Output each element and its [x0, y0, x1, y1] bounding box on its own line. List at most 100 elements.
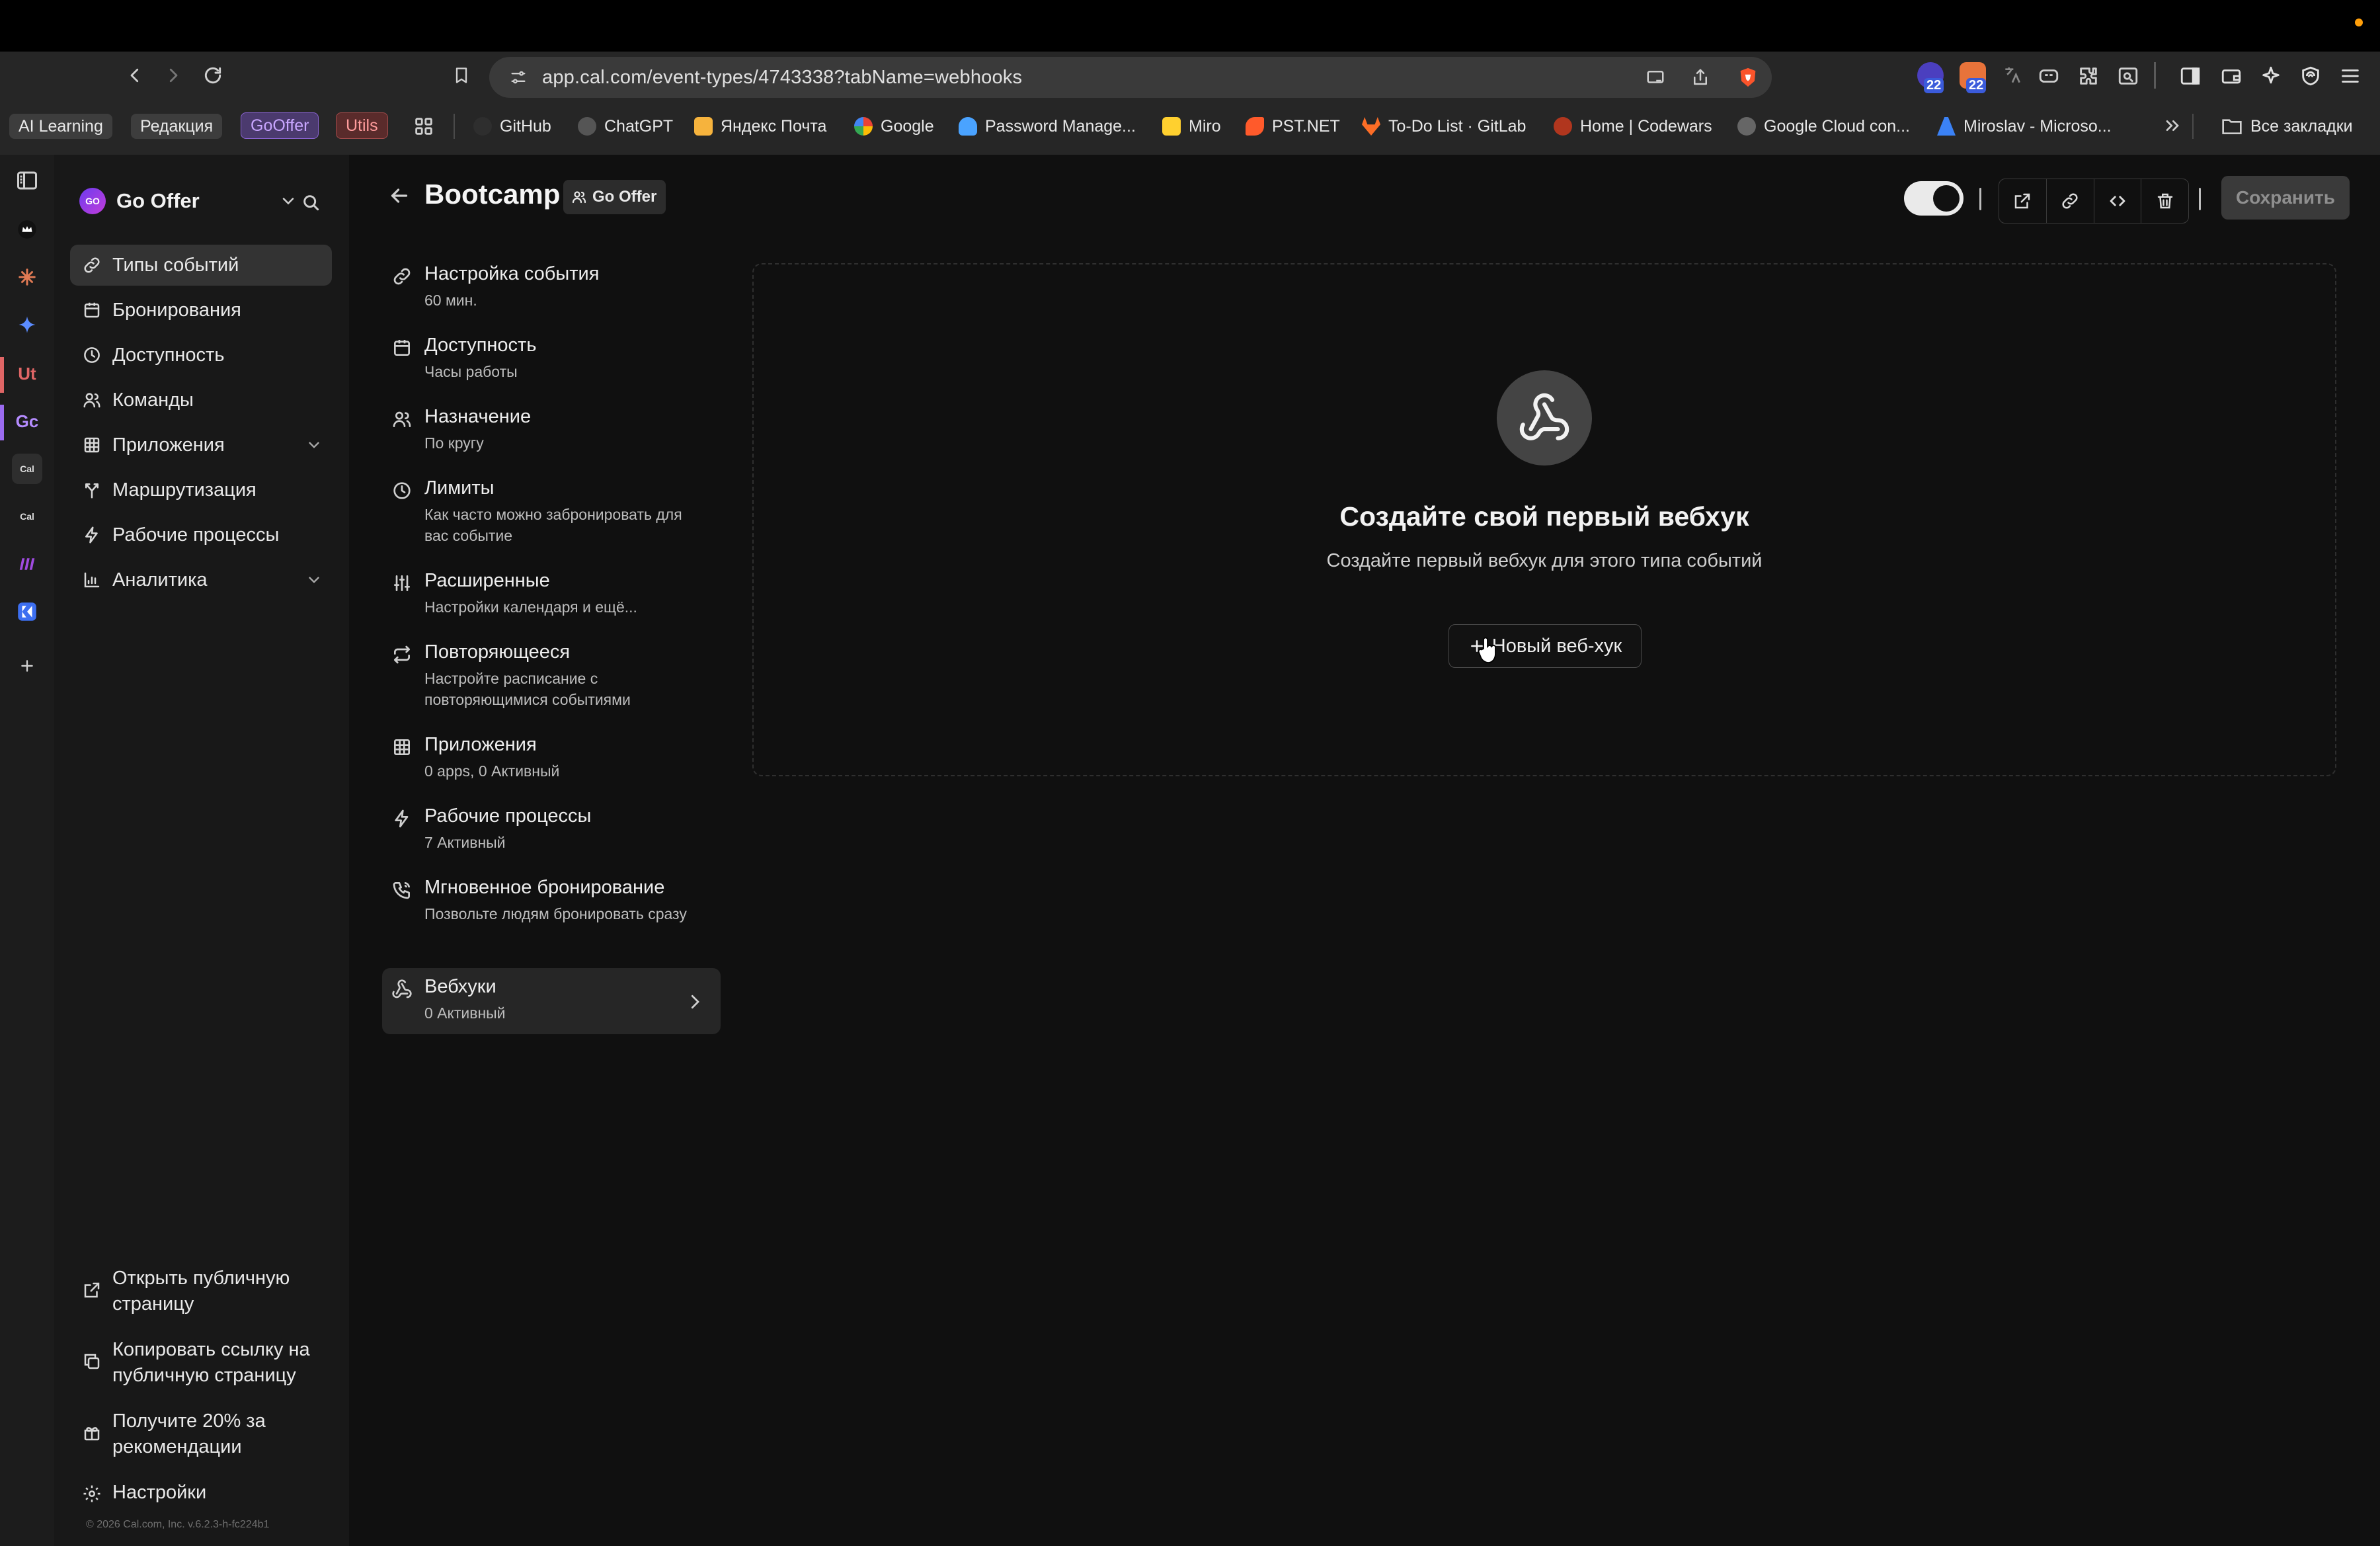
- tab-group-utils[interactable]: Ut: [12, 358, 42, 389]
- nav-teams[interactable]: Команды: [70, 380, 332, 421]
- site-settings-icon[interactable]: [505, 64, 532, 91]
- chevron-down-icon[interactable]: [279, 192, 298, 210]
- nav-bookings[interactable]: Бронирования: [70, 290, 332, 331]
- nav-workflows[interactable]: Рабочие процессы: [70, 514, 332, 555]
- settings-item-webhooks[interactable]: Вебхуки 0 Активный: [382, 968, 721, 1034]
- sidebar-panel-icon[interactable]: [12, 165, 42, 196]
- settings-item-advanced[interactable]: Расширенные Настройки календаря и ещё...: [382, 566, 721, 623]
- bookmark-google[interactable]: Google: [854, 114, 934, 139]
- back-arrow-icon[interactable]: [387, 184, 414, 210]
- bookmark-icon[interactable]: [443, 57, 480, 94]
- nav-availability[interactable]: Доступность: [70, 335, 332, 376]
- settings-item-title: Повторяющееся: [424, 641, 571, 663]
- leo-ai-icon[interactable]: [2260, 65, 2282, 87]
- reload-icon[interactable]: [194, 57, 231, 94]
- all-bookmarks-folder[interactable]: Все закладки: [2221, 114, 2353, 139]
- back-arrow-icon[interactable]: [116, 57, 153, 94]
- clock-icon: [391, 480, 413, 501]
- bookmark-label: ChatGPT: [604, 117, 674, 136]
- apps-grid-icon[interactable]: [413, 115, 435, 138]
- team-badge-label: Go Offer: [592, 188, 657, 206]
- nav-routing[interactable]: Маршрутизация: [70, 469, 332, 510]
- org-switcher[interactable]: GO Go Offer: [79, 181, 331, 221]
- bookmark-codewars[interactable]: Home | Codewars: [1554, 114, 1712, 139]
- tab-make-icon[interactable]: [12, 549, 42, 579]
- header-divider: [2199, 188, 2201, 210]
- url-text[interactable]: app.cal.com/event-types/4743338?tabName=…: [542, 57, 1022, 98]
- forward-arrow-icon[interactable]: [155, 57, 192, 94]
- settings-item-title: Доступность: [424, 335, 537, 356]
- tab-search-icon[interactable]: [2117, 65, 2139, 87]
- chevron-down-icon[interactable]: [305, 436, 323, 454]
- bookmark-github[interactable]: GitHub: [473, 114, 551, 139]
- tab-cal[interactable]: Cal: [12, 501, 42, 532]
- preview-external-link-icon[interactable]: [1999, 179, 2047, 223]
- hidden-toggle-switch[interactable]: [1904, 181, 1964, 216]
- copy-link-icon[interactable]: [2047, 179, 2094, 223]
- tab-group-gooffer[interactable]: Gc: [12, 406, 42, 436]
- nav-insights[interactable]: Аналитика: [70, 559, 332, 600]
- settings-item-apps[interactable]: Приложения 0 apps, 0 Активный: [382, 730, 721, 787]
- bookmark-microsoft[interactable]: Miroslav - Microso...: [1937, 114, 2112, 139]
- org-name: Go Offer: [116, 189, 200, 212]
- search-icon[interactable]: [300, 192, 321, 213]
- mail-icon: [694, 117, 713, 136]
- tab-claude-icon[interactable]: [12, 262, 42, 292]
- bookmark-chatgpt[interactable]: ChatGPT: [578, 114, 673, 139]
- webhook-icon: [391, 979, 413, 1000]
- brave-shield-icon[interactable]: [1735, 64, 1761, 91]
- bookmark-folder-utils[interactable]: Utils: [336, 112, 388, 139]
- address-bar[interactable]: app.cal.com/event-types/4743338?tabName=…: [489, 57, 1772, 98]
- bookmark-folder-redaktsiya[interactable]: Редакция: [131, 114, 223, 139]
- embed-code-icon[interactable]: [2094, 179, 2142, 223]
- bookmark-gitlab[interactable]: To-Do List · GitLab: [1362, 114, 1526, 139]
- tab-crown-icon[interactable]: [12, 214, 42, 245]
- open-public-page-link[interactable]: Открыть публичную страницу: [70, 1266, 332, 1319]
- tab-gemini-icon[interactable]: [12, 309, 42, 340]
- tab-kotlin-icon[interactable]: [12, 596, 42, 627]
- settings-item-event-setup[interactable]: Настройка события 60 мин.: [382, 259, 721, 316]
- bookmark-folder-ai-learning[interactable]: AI Learning: [9, 114, 112, 139]
- bookmark-google-cloud[interactable]: Google Cloud con...: [1737, 114, 1910, 139]
- tab-cal-active[interactable]: Cal: [12, 454, 42, 484]
- save-button[interactable]: Сохранить: [2221, 176, 2350, 220]
- new-tab-plus-icon[interactable]: [12, 651, 42, 681]
- chevron-down-icon[interactable]: [305, 571, 323, 589]
- bookmark-miro[interactable]: Miro: [1162, 114, 1221, 139]
- menu-icon[interactable]: [2339, 65, 2361, 87]
- trash-icon[interactable]: [2141, 179, 2188, 223]
- chevron-double-right-icon[interactable]: [2162, 115, 2183, 136]
- wallet-icon[interactable]: [2220, 65, 2242, 87]
- settings-item-assignment[interactable]: Назначение По кругу: [382, 402, 721, 459]
- sidebar-toggle-icon[interactable]: [2179, 65, 2202, 87]
- cast-icon[interactable]: [1642, 64, 1669, 91]
- nav-apps[interactable]: Приложения: [70, 425, 332, 466]
- nav-label: Маршрутизация: [112, 479, 257, 501]
- extension-glasses-icon[interactable]: [2038, 65, 2060, 87]
- bookmark-pst-net[interactable]: PST.NET: [1246, 114, 1340, 139]
- puzzle-extensions-icon[interactable]: [2077, 65, 2100, 87]
- bookmark-label: PST.NET: [1272, 117, 1340, 136]
- bookmark-password-manager[interactable]: Password Manage...: [959, 114, 1136, 139]
- settings-link[interactable]: Настройки: [70, 1480, 332, 1508]
- copy-public-link[interactable]: Копировать ссылку на публичную страницу: [70, 1337, 332, 1390]
- settings-item-availability[interactable]: Доступность Часы работы: [382, 331, 721, 387]
- settings-item-recurring[interactable]: Повторяющееся Настройте расписание с пов…: [382, 637, 721, 715]
- new-webhook-label: Новый веб-хук: [1491, 635, 1622, 657]
- vpn-shield-icon[interactable]: [2299, 65, 2322, 87]
- nav-event-types[interactable]: Типы событий: [70, 245, 332, 286]
- translate-icon[interactable]: [2002, 65, 2023, 86]
- settings-item-workflows[interactable]: Рабочие процессы 7 Активный: [382, 801, 721, 858]
- bookmark-folder-gooffer[interactable]: GoOffer: [241, 112, 319, 139]
- bookmark-yandex-mail[interactable]: Яндекс Почта: [694, 114, 826, 139]
- share-icon[interactable]: [1687, 64, 1714, 91]
- cloud-icon: [959, 117, 977, 136]
- team-badge: Go Offer: [563, 180, 666, 214]
- settings-item-subtitle: Как часто можно забронировать для вас со…: [424, 506, 682, 544]
- settings-item-instant-booking[interactable]: Мгновенное бронирование Позвольте людям …: [382, 873, 721, 951]
- chart-icon: [82, 570, 102, 590]
- settings-item-limits[interactable]: Лимиты Как часто можно забронировать для…: [382, 473, 721, 551]
- settings-item-subtitle: Позвольте людям бронировать сразу: [424, 905, 687, 922]
- nav-label: Аналитика: [112, 569, 208, 590]
- referral-link[interactable]: Получите 20% за рекомендации: [70, 1408, 332, 1461]
